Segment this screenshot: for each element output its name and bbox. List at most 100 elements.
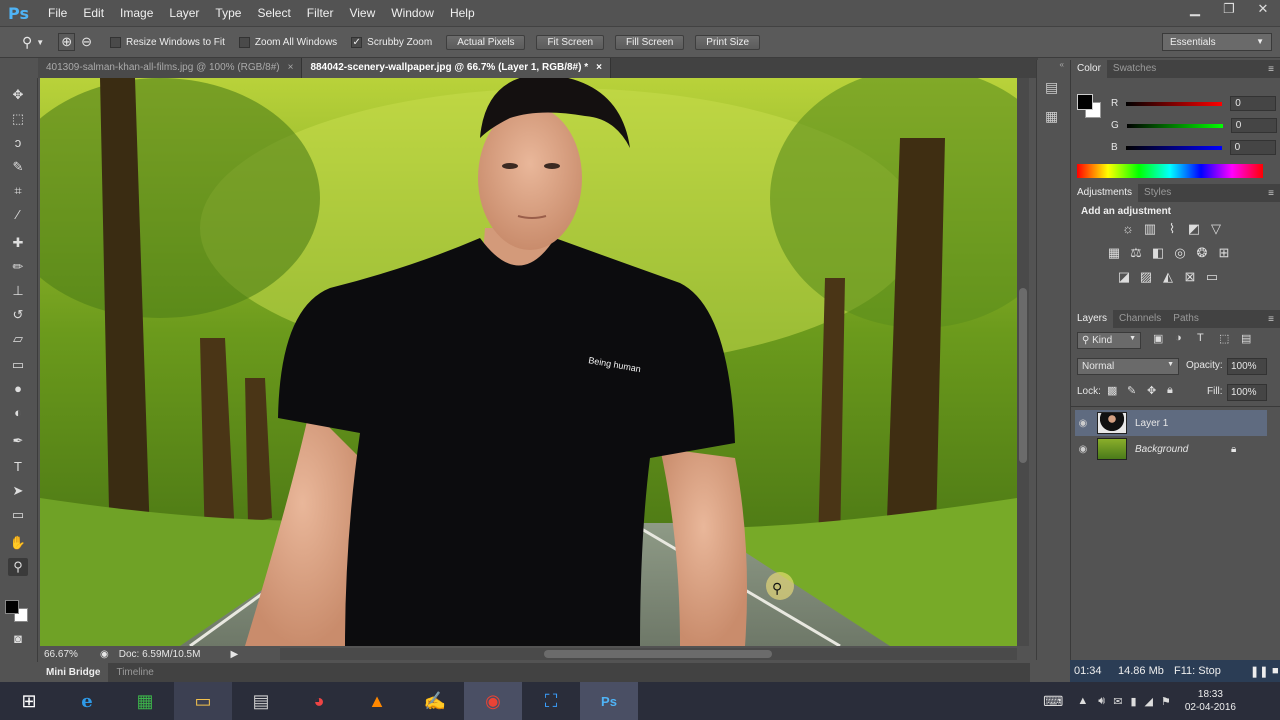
photoshop-taskbar-icon[interactable]: Ps [580,682,638,720]
panel-menu-icon[interactable]: ≡ [1268,188,1280,199]
menu-image[interactable]: Image [112,6,161,20]
curves-icon[interactable]: ⌇ [1161,221,1183,239]
path-selection-tool-icon[interactable]: ➤ [8,482,28,500]
vertical-scrollbar[interactable] [1017,78,1029,646]
green-slider[interactable] [1126,123,1223,128]
resize-windows-checkbox[interactable]: Resize Windows to Fit [110,36,225,48]
smart-object-filter-icon[interactable]: ▤ [1241,332,1263,345]
lock-transparent-icon[interactable]: ▩ [1107,384,1127,397]
lasso-tool-icon[interactable]: ↄ [8,134,28,152]
black-white-icon[interactable]: ◧ [1147,245,1169,263]
tray-expand-icon[interactable]: ▲ [1077,695,1088,707]
brush-tool-icon[interactable]: ✏ [8,258,28,276]
photo-filter-icon[interactable]: ◎ [1169,245,1191,263]
volume-icon[interactable]: 🔊︎ [1098,695,1105,708]
vlc-icon[interactable]: ▲ [348,682,406,720]
posterize-icon[interactable]: ▨ [1135,269,1157,287]
foreground-color-swatch[interactable] [1077,94,1093,110]
tab-document-1[interactable]: 401309-salman-khan-all-films.jpg @ 100% … [38,58,303,78]
shape-filter-icon[interactable]: ⬚ [1219,332,1241,345]
properties-panel-icon[interactable]: ▦ [1045,108,1068,125]
adjustment-filter-icon[interactable]: ◑ [1175,332,1197,345]
store-icon[interactable]: ▦ [116,682,174,720]
fill-field[interactable]: 100% [1227,384,1267,401]
vibrance-icon[interactable]: ▽ [1205,221,1227,239]
eraser-tool-icon[interactable]: ▱ [8,330,28,348]
hand-tool-icon[interactable]: ✋ [8,534,28,552]
file-explorer-icon[interactable]: ▭ [174,682,232,720]
chrome-icon[interactable]: ◉ [464,682,522,720]
hue-saturation-icon[interactable]: ▦ [1103,245,1125,263]
menu-file[interactable]: File [40,6,75,20]
tab-channels[interactable]: Channels [1113,310,1167,328]
actual-pixels-button[interactable]: Actual Pixels [446,34,526,50]
minimize-button[interactable]: ▁ [1178,0,1212,18]
taskbar-clock[interactable]: 18:33 02-04-2016 [1185,688,1236,714]
stop-icon[interactable]: ■ [1272,665,1279,677]
foreground-color-swatch[interactable] [5,600,19,614]
crop-tool-icon[interactable]: ⌗ [8,182,28,200]
menu-help[interactable]: Help [442,6,483,20]
pause-icon[interactable]: ❚❚ [1250,665,1268,678]
lock-position-icon[interactable]: ✥ [1147,384,1167,397]
gradient-tool-icon[interactable]: ▭ [8,356,28,374]
color-balance-icon[interactable]: ⚖ [1125,245,1147,263]
play-icon[interactable]: ▶ [230,649,238,660]
color-lookup-icon[interactable]: ⊞ [1213,245,1235,263]
message-icon[interactable]: ✉ [1113,695,1122,708]
close-button[interactable]: ✕ [1246,0,1280,18]
tool-preset-dropdown-icon[interactable]: ▼ [36,38,44,47]
scroll-thumb[interactable] [1019,288,1027,463]
zoom-tool-icon[interactable]: ⚲ [8,558,28,576]
tab-timeline[interactable]: Timeline [108,663,161,682]
type-filter-icon[interactable]: T [1197,332,1219,345]
fit-screen-button[interactable]: Fit Screen [536,34,605,50]
tab-swatches[interactable]: Swatches [1107,60,1162,78]
notepad-icon[interactable]: ▤ [232,682,290,720]
visibility-eye-icon[interactable]: ◉ [1075,418,1091,429]
rectangle-tool-icon[interactable]: ▭ [8,506,28,524]
screen-recorder-icon[interactable]: ⛶ [522,682,580,720]
eyedropper-tool-icon[interactable]: ⁄ [8,206,28,224]
blue-slider[interactable] [1125,145,1222,150]
close-icon[interactable]: × [596,62,602,73]
layer-name[interactable]: Layer 1 [1135,418,1168,429]
menu-window[interactable]: Window [383,6,442,20]
paint-icon[interactable]: ✍ [406,682,464,720]
levels-icon[interactable]: ▥ [1139,221,1161,239]
lock-all-icon[interactable]: 🔒︎ [1167,384,1187,397]
layer-filter-select[interactable]: ⚲ Kind ▼ [1077,332,1141,349]
scrubby-zoom-checkbox[interactable]: ✓ Scrubby Zoom [351,36,432,48]
dodge-tool-icon[interactable]: ◐ [8,404,28,422]
layer-row-background[interactable]: ◉ Background 🔒︎ [1075,436,1267,462]
red-value[interactable]: 0 [1230,96,1277,111]
invert-icon[interactable]: ◪ [1113,269,1135,287]
quick-mask-icon[interactable]: ◙ [8,630,28,648]
menu-filter[interactable]: Filter [299,6,342,20]
threshold-icon[interactable]: ◭ [1157,269,1179,287]
close-icon[interactable]: × [288,62,294,73]
collapse-icon[interactable]: « [1037,60,1068,69]
fill-screen-button[interactable]: Fill Screen [615,34,685,50]
move-tool-icon[interactable]: ✥ [8,86,28,104]
green-value[interactable]: 0 [1230,118,1277,133]
share-icon[interactable]: ◉ [100,649,109,660]
network-icon[interactable]: ◢ [1145,695,1153,708]
exposure-icon[interactable]: ◩ [1183,221,1205,239]
layer-name[interactable]: Background [1135,444,1231,455]
layer-row-layer-1[interactable]: ◉ Layer 1 [1075,410,1267,436]
color-spectrum-bar[interactable] [1077,164,1263,178]
marquee-tool-icon[interactable]: ⬚ [8,110,28,128]
internet-explorer-icon[interactable]: e [58,682,116,720]
menu-view[interactable]: View [341,6,383,20]
visibility-eye-icon[interactable]: ◉ [1075,444,1091,455]
quick-select-tool-icon[interactable]: ✎ [8,158,28,176]
pen-tool-icon[interactable]: ✒ [8,432,28,450]
channel-mixer-icon[interactable]: ❂ [1191,245,1213,263]
zoom-out-icon[interactable]: ⊖ [81,34,92,50]
zoom-tool-icon[interactable]: ⚲ [22,34,32,51]
tab-adjustments[interactable]: Adjustments [1071,184,1139,202]
gradient-map-icon[interactable]: ▭ [1201,269,1223,287]
menu-edit[interactable]: Edit [75,6,112,20]
zoom-in-icon[interactable]: ⊕ [58,33,76,51]
